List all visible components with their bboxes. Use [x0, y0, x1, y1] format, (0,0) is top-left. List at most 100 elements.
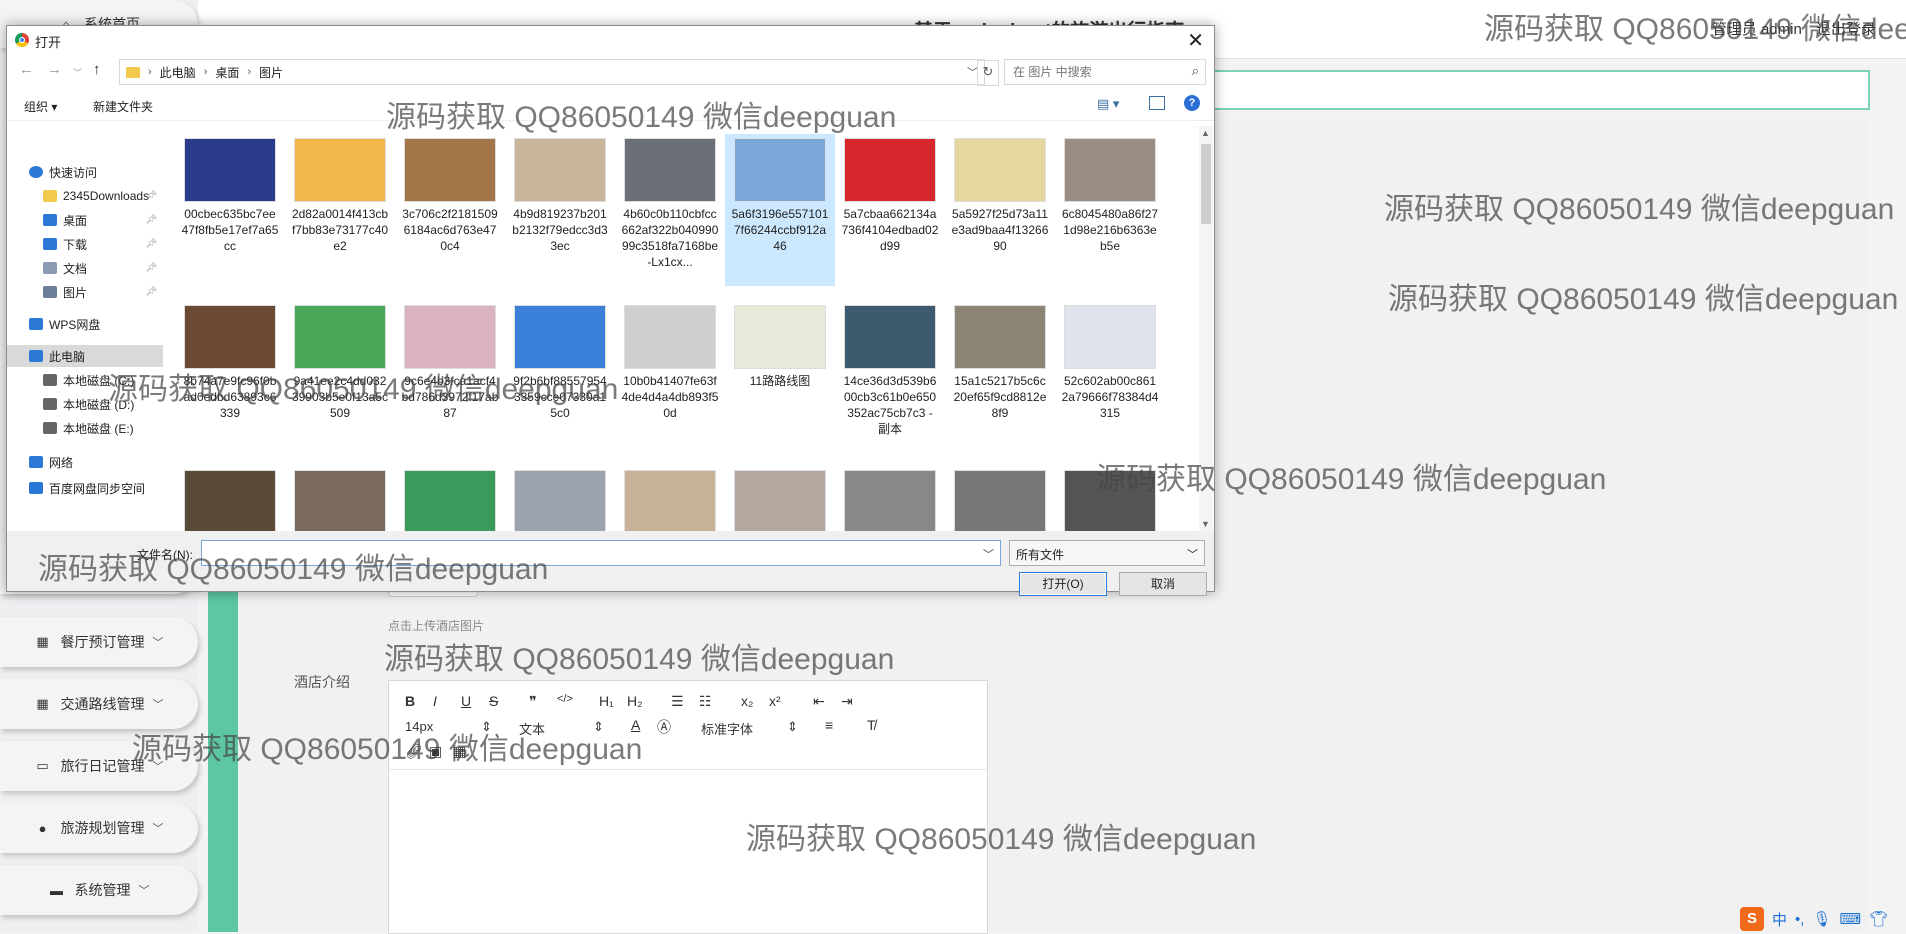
keyboard-icon[interactable]: ⌨︎	[1839, 910, 1861, 928]
nav-item[interactable]: 百度网盘同步空间	[7, 477, 163, 499]
scroll-down-icon[interactable]: ▼	[1201, 519, 1210, 529]
view-icon[interactable]: ▤ ▾	[1097, 96, 1119, 112]
nav-item[interactable]: 本地磁盘 (E:)	[7, 417, 163, 439]
logout-link[interactable]: 退出登录	[1816, 21, 1876, 38]
file-item[interactable]: 9a41ee2c4dd03239903b5e0f13a5c509	[285, 301, 395, 453]
dialog-title-bar[interactable]: 打开 ✕	[7, 26, 1214, 54]
image-icon[interactable]: ▣	[429, 743, 442, 760]
vertical-scrollbar[interactable]: ▲ ▼	[1199, 126, 1213, 531]
font-type-select[interactable]: 文本	[519, 719, 545, 738]
sidebar-item-system[interactable]: ▬ 系统管理 ﹀	[0, 865, 198, 915]
search-icon[interactable]: ⌕	[1192, 63, 1199, 79]
nav-item[interactable]: 本地磁盘 (C:)	[7, 369, 163, 391]
microphone-icon[interactable]: 🎙︎	[1812, 910, 1831, 928]
preview-pane-icon[interactable]	[1149, 96, 1165, 110]
bold-button[interactable]: B	[405, 693, 415, 709]
file-item[interactable]: 5a6f3196e5571017f66244ccbf912a46	[725, 134, 835, 286]
cancel-button[interactable]: 取消	[1119, 572, 1207, 596]
shirt-icon[interactable]: 👕︎	[1869, 910, 1888, 928]
nav-item[interactable]: 下载 📌︎	[7, 233, 163, 255]
link-icon[interactable]: 🔗︎	[405, 743, 423, 760]
file-item[interactable]: 4b9d819237b201b2132f79edcc3d33ec	[505, 134, 615, 286]
nav-item[interactable]: 快速访问	[7, 161, 163, 183]
back-icon[interactable]: ←	[19, 61, 34, 78]
file-item[interactable]	[1055, 466, 1165, 531]
indent-button[interactable]: ⇥	[841, 693, 853, 710]
filename-input[interactable]	[208, 542, 972, 564]
nav-item[interactable]: 文档 📌︎	[7, 257, 163, 279]
file-item[interactable]	[725, 466, 835, 531]
pin-icon[interactable]: 📌︎	[146, 238, 157, 249]
italic-button[interactable]: I	[433, 693, 437, 709]
file-item[interactable]: 15a1c5217b5c6c20ef65f9cd8812e8f9	[945, 301, 1055, 453]
h2-button[interactable]: H₂	[627, 693, 643, 709]
file-item[interactable]	[505, 466, 615, 531]
underline-button[interactable]: U	[461, 693, 471, 709]
punctuation-icon[interactable]: •,	[1795, 911, 1804, 928]
nav-item[interactable]: 图片 📌︎	[7, 281, 163, 303]
search-input[interactable]	[1011, 64, 1175, 80]
file-item[interactable]: 9f2b6bf885579543359cce07330a15c0	[505, 301, 615, 453]
file-item[interactable]	[395, 466, 505, 531]
clear-format-button[interactable]: T̸	[867, 717, 876, 733]
ime-lang[interactable]: 中	[1772, 909, 1787, 930]
file-item[interactable]: 11路路线图	[725, 301, 835, 453]
chevron-down-icon[interactable]: ﹀	[983, 546, 994, 562]
table-icon[interactable]: ▦	[453, 743, 466, 760]
sidebar-item-diary[interactable]: ▭ 旅行日记管理 ﹀	[0, 741, 198, 791]
address-bar[interactable]: › 此电脑 › 桌面 › 图片 ﹀	[119, 59, 985, 85]
close-icon[interactable]: ✕	[1187, 28, 1204, 53]
sidebar-item-traffic[interactable]: ▦ 交通路线管理 ﹀	[0, 679, 198, 729]
ordered-list-button[interactable]: ☰	[671, 693, 684, 710]
pin-icon[interactable]: 📌︎	[146, 190, 157, 201]
file-item[interactable]	[945, 466, 1055, 531]
file-item[interactable]	[175, 466, 285, 531]
outdent-button[interactable]: ⇤	[813, 693, 825, 710]
file-item[interactable]: 6c8045480a86f271d98e216b6363eb5e	[1055, 134, 1165, 286]
h1-button[interactable]: H₁	[599, 693, 614, 709]
code-button[interactable]: </>	[557, 693, 573, 705]
file-item[interactable]: 5a7cbaa662134a736f4104edbad02d99	[835, 134, 945, 286]
file-item[interactable]: 4b60c0b110cbfcc662af322b04099099c3518fa7…	[615, 134, 725, 286]
file-item[interactable]	[615, 466, 725, 531]
file-type-select[interactable]: 所有文件 ﹀	[1009, 540, 1205, 566]
nav-item[interactable]: 2345Downloads 📌︎	[7, 185, 163, 207]
superscript-button[interactable]: x²	[769, 693, 781, 709]
up-icon[interactable]: ↑	[93, 61, 101, 78]
nav-item[interactable]: 桌面 📌︎	[7, 209, 163, 231]
file-item[interactable]: 3c706c2f21815096184ac6d763e470c4	[395, 134, 505, 286]
sidebar-item-plan[interactable]: ● 旅游规划管理 ﹀	[0, 803, 198, 853]
help-icon[interactable]: ?	[1184, 95, 1200, 111]
file-item[interactable]: 9c6e4b3fca1acf4bd786d3972f17ab87	[395, 301, 505, 453]
search-box[interactable]: ⌕	[1004, 59, 1206, 85]
file-item[interactable]	[835, 466, 945, 531]
forward-icon[interactable]: →	[47, 61, 62, 78]
search-field-outline[interactable]	[1210, 70, 1870, 110]
file-item[interactable]: 8b74a7e9fc96f0bad0edbd63893c6339	[175, 301, 285, 453]
nav-item[interactable]: 此电脑	[7, 345, 163, 367]
breadcrumb-desktop[interactable]: 桌面	[215, 64, 239, 81]
scrollbar-thumb[interactable]	[1201, 144, 1211, 224]
ime-toolbar[interactable]: S 中 •, 🎙︎ ⌨︎ 👕︎	[1740, 906, 1906, 932]
file-item[interactable]: 10b0b41407fe63f4de4d4a4db893f50d	[615, 301, 725, 453]
organize-button[interactable]: 组织 ▾	[24, 98, 57, 115]
file-item[interactable]: 52c602ab00c8612a79666f78384d4315	[1055, 301, 1165, 453]
font-family-select[interactable]: 标准字体	[701, 719, 753, 738]
file-item[interactable]: 14ce36d3d539b600cb3c61b0e650352ac75cb7c3…	[835, 301, 945, 453]
rich-text-editor[interactable]: B I U S ❞ </> H₁ H₂ ☰ ☷ x₂ x² ⇤ ⇥ 14px ⇕…	[388, 680, 988, 934]
open-button[interactable]: 打开(O)	[1019, 572, 1107, 596]
new-folder-button[interactable]: 新建文件夹	[93, 98, 153, 115]
sidebar-item-restaurant[interactable]: ▦ 餐厅预订管理 ﹀	[0, 617, 198, 667]
strike-button[interactable]: S	[489, 693, 498, 709]
chevron-down-icon[interactable]: ﹀	[73, 66, 82, 79]
quote-button[interactable]: ❞	[529, 693, 537, 710]
pin-icon[interactable]: 📌︎	[146, 214, 157, 225]
pin-icon[interactable]: 📌︎	[146, 286, 157, 297]
breadcrumb-pictures[interactable]: 图片	[259, 64, 283, 81]
breadcrumb-computer[interactable]: 此电脑	[160, 64, 196, 81]
font-color-icon[interactable]: A	[631, 717, 640, 733]
nav-item[interactable]: 网络	[7, 451, 163, 473]
background-color-icon[interactable]: Ⓐ	[657, 717, 671, 737]
bullet-list-button[interactable]: ☷	[699, 693, 712, 710]
pin-icon[interactable]: 📌︎	[146, 262, 157, 273]
